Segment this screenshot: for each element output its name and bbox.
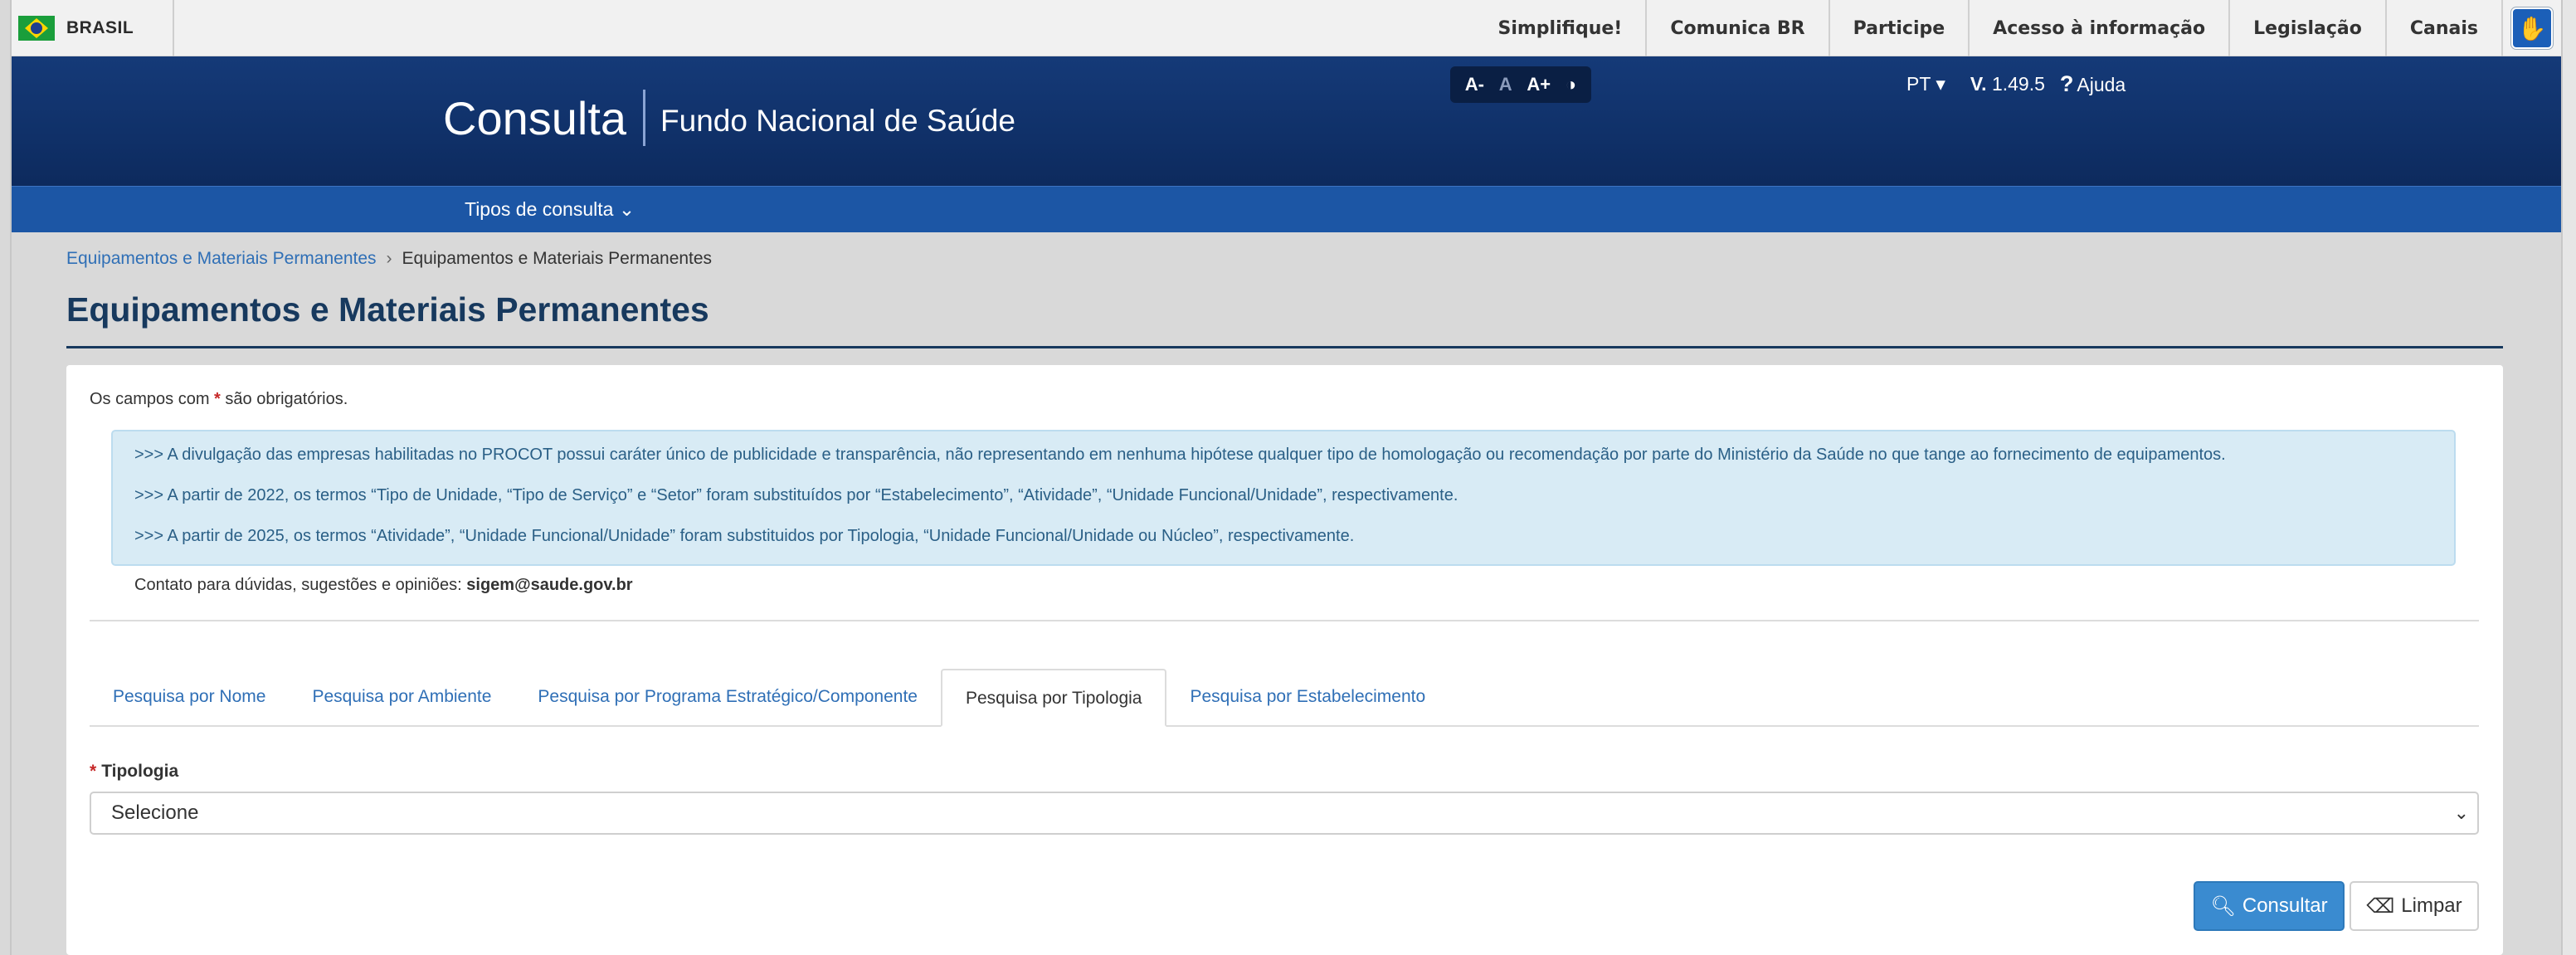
caret-down-icon: ▾ <box>1936 73 1945 95</box>
chevron-right-icon: › <box>386 249 392 268</box>
tab-ambiente[interactable]: Pesquisa por Ambiente <box>289 669 514 725</box>
govlink-acesso-informacao[interactable]: Acesso à informação <box>1970 0 2231 56</box>
info-alert: >>> A divulgação das empresas habilitada… <box>111 430 2456 566</box>
notice-procot: >>> A divulgação das empresas habilitada… <box>134 446 2226 464</box>
header-tools: PT ▾ V. 1.49.5 ? Ajuda <box>1906 71 2126 97</box>
search-card: Os campos com * são obrigatórios. >>> A … <box>66 365 2503 955</box>
sign-language-hand-icon: ✋ <box>2517 15 2547 41</box>
site-subtitle: Fundo Nacional de Saúde <box>660 104 1015 138</box>
required-asterisk-icon: * <box>214 390 221 408</box>
help-link[interactable]: ? Ajuda <box>2060 71 2126 97</box>
tipos-consulta-menu[interactable]: Tipos de consulta ⌄ <box>465 198 635 221</box>
brazil-flag-icon <box>18 16 55 41</box>
main-nav: Tipos de consulta ⌄ <box>12 186 2561 232</box>
font-decrease-button[interactable]: A- <box>1465 74 1484 95</box>
search-icon: 🔍︎ <box>2210 894 2236 918</box>
govlink-legislacao[interactable]: Legislação <box>2230 0 2387 56</box>
notice-2022: >>> A partir de 2022, os termos “Tipo de… <box>134 486 1458 504</box>
eraser-icon: ⌫ <box>2366 894 2395 918</box>
contact-email: sigem@saude.gov.br <box>466 576 633 594</box>
required-note: Os campos com * são obrigatórios. <box>90 390 348 408</box>
gov-bar: BRASIL Simplifique! Comunica BR Particip… <box>12 0 2561 56</box>
site-title[interactable]: Consulta <box>443 91 626 145</box>
chevron-down-icon: ⌄ <box>2453 802 2469 823</box>
window-scrollbar[interactable] <box>2561 0 2576 955</box>
govlink-participe[interactable]: Participe <box>1830 0 1970 56</box>
font-size-controls: A- A A+ ◑ <box>1450 66 1591 103</box>
tab-tipologia[interactable]: Pesquisa por Tipologia <box>941 669 1167 727</box>
govlink-canais[interactable]: Canais <box>2387 0 2503 56</box>
breadcrumb: Equipamentos e Materiais Permanentes › E… <box>66 249 712 269</box>
brasil-link[interactable]: BRASIL <box>12 0 174 56</box>
site-header: Consulta Fundo Nacional de Saúde A- A A+… <box>12 56 2561 186</box>
notice-2025: >>> A partir de 2025, os termos “Ativida… <box>134 527 1355 545</box>
breadcrumb-current: Equipamentos e Materiais Permanentes <box>402 249 713 268</box>
version-label: V. 1.49.5 <box>1970 73 2045 95</box>
header-title: Consulta Fundo Nacional de Saúde <box>443 90 1015 146</box>
window-left-edge <box>0 0 12 955</box>
accessibility-vlibras-button[interactable]: ✋ <box>2510 7 2554 50</box>
required-asterisk-icon: * <box>90 762 97 781</box>
title-separator <box>643 90 646 146</box>
language-selector[interactable]: PT ▾ <box>1906 73 1945 95</box>
tab-estabelecimento[interactable]: Pesquisa por Estabelecimento <box>1166 669 1449 725</box>
govlink-comunica-br[interactable]: Comunica BR <box>1647 0 1830 56</box>
select-value: Selecione <box>111 802 199 824</box>
tipologia-label: * Tipologia <box>90 762 179 781</box>
brasil-label: BRASIL <box>66 18 134 37</box>
question-icon: ? <box>2059 71 2074 96</box>
breadcrumb-parent-link[interactable]: Equipamentos e Materiais Permanentes <box>66 249 377 269</box>
gov-links: Simplifique! Comunica BR Participe Acess… <box>1475 0 2562 56</box>
contrast-icon[interactable]: ◑ <box>1566 74 1576 95</box>
consultar-button[interactable]: 🔍︎ Consultar <box>2194 881 2345 931</box>
font-increase-button[interactable]: A+ <box>1527 74 1551 95</box>
contact-line: Contato para dúvidas, sugestões e opiniõ… <box>134 576 633 594</box>
font-reset-button[interactable]: A <box>1499 74 1512 95</box>
tab-programa-estrategico[interactable]: Pesquisa por Programa Estratégico/Compon… <box>514 669 941 725</box>
section-divider <box>90 620 2479 621</box>
search-tabs: Pesquisa por Nome Pesquisa por Ambiente … <box>90 669 2479 727</box>
tab-nome[interactable]: Pesquisa por Nome <box>90 669 289 725</box>
govlink-simplifique[interactable]: Simplifique! <box>1475 0 1648 56</box>
title-divider <box>66 346 2503 348</box>
tipologia-select[interactable]: Selecione ⌄ <box>90 792 2479 835</box>
chevron-down-icon: ⌄ <box>618 198 635 220</box>
limpar-button[interactable]: ⌫ Limpar <box>2350 881 2479 931</box>
page-title: Equipamentos e Materiais Permanentes <box>66 290 709 329</box>
